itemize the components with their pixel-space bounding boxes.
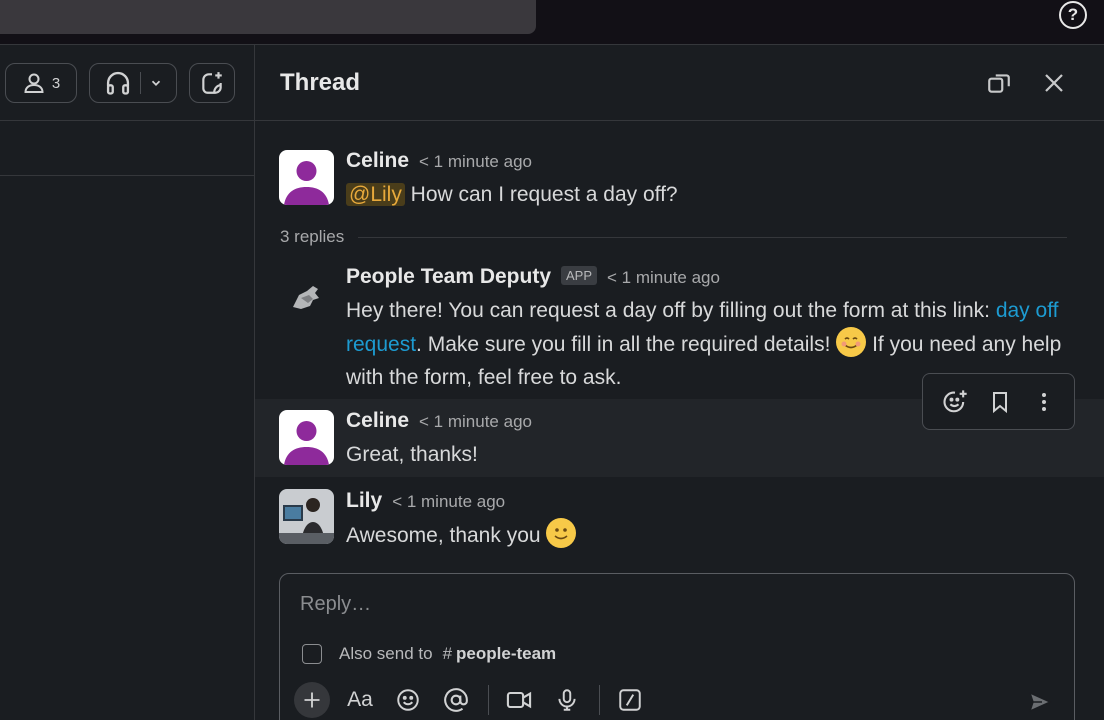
message-text: . Make sure you fill in all the required…: [416, 333, 837, 356]
emoji-icon: [397, 689, 419, 711]
avatar[interactable]: [279, 150, 334, 205]
replies-divider: 3 replies: [280, 227, 1067, 247]
smile-emoji-icon: [546, 518, 577, 548]
author-name[interactable]: People Team Deputy: [346, 265, 551, 289]
popout-button[interactable]: [983, 67, 1015, 99]
search-bar[interactable]: [0, 0, 536, 34]
slash-command-icon: [619, 689, 641, 711]
composer-toolbar: Aa: [294, 682, 660, 718]
user-photo-icon: [279, 498, 334, 544]
headphones-icon: [106, 71, 129, 95]
bookmark-icon[interactable]: [988, 390, 1012, 414]
member-count: 3: [51, 74, 61, 92]
reply-count: 3 replies: [280, 227, 345, 246]
text-format-icon: Aa: [347, 688, 373, 711]
reply-message: Lily < 1 minute ago Awesome, thank you: [255, 479, 1104, 559]
thread-pane: Thread Celine < 1 minute ago @Lily How c…: [254, 44, 1104, 720]
channel-subheader: [0, 121, 254, 176]
message-actions-toolbar: [922, 373, 1075, 430]
timestamp[interactable]: < 1 minute ago: [392, 492, 505, 512]
also-send-option: Also send to # people-team: [302, 644, 556, 664]
timestamp[interactable]: < 1 minute ago: [419, 412, 532, 432]
author-name[interactable]: Celine: [346, 149, 409, 173]
at-sign-icon: [444, 688, 468, 712]
channel-pane: 3: [0, 44, 254, 720]
timestamp[interactable]: < 1 minute ago: [419, 152, 532, 172]
microphone-icon: [558, 689, 576, 711]
reply-input[interactable]: Reply…: [300, 593, 371, 616]
divider-line: [358, 236, 1067, 238]
also-send-label: Also send to: [339, 644, 433, 663]
top-bar: ?: [0, 0, 1104, 44]
close-button[interactable]: [1038, 67, 1070, 99]
mention-button[interactable]: [438, 682, 474, 718]
chevron-down-icon[interactable]: [149, 76, 163, 90]
bot-avatar-icon: [293, 286, 319, 309]
help-button[interactable]: ?: [1059, 1, 1087, 29]
huddle-divider: [139, 72, 141, 94]
video-clip-button[interactable]: [501, 682, 537, 718]
avatar[interactable]: [279, 267, 334, 322]
close-icon: [1045, 74, 1063, 92]
formatting-button[interactable]: Aa: [342, 682, 378, 718]
message-text: Great, thanks!: [346, 443, 478, 466]
video-camera-icon: [506, 691, 532, 709]
parent-message: Celine < 1 minute ago @Lily How can I re…: [255, 135, 1104, 215]
author-name[interactable]: Celine: [346, 409, 409, 433]
message-text: How can I request a day off?: [404, 183, 678, 206]
thread-header: Thread: [255, 45, 1104, 121]
author-name[interactable]: Lily: [346, 489, 382, 513]
person-icon: [24, 73, 44, 93]
help-icon: ?: [1067, 5, 1079, 24]
more-actions-icon[interactable]: [1032, 390, 1056, 414]
timestamp[interactable]: < 1 minute ago: [607, 268, 720, 288]
blush-emoji-icon: [836, 327, 867, 357]
add-reaction-icon[interactable]: [941, 388, 969, 416]
toolbar-divider: [488, 685, 489, 715]
message-text: Hey there! You can request a day off by …: [346, 299, 996, 322]
channel-header: 3: [0, 45, 254, 121]
user-avatar-icon: [284, 421, 329, 465]
reply-composer: Reply… Also send to # people-team Aa: [279, 573, 1075, 720]
members-button[interactable]: 3: [5, 63, 77, 103]
popout-icon: [988, 74, 1010, 93]
channel-name[interactable]: people-team: [456, 644, 556, 664]
plus-icon: [304, 692, 320, 708]
avatar[interactable]: [279, 410, 334, 465]
also-send-checkbox[interactable]: [302, 644, 322, 664]
message-text: Awesome, thank you: [346, 524, 547, 547]
app-badge: APP: [561, 266, 598, 285]
canvas-button[interactable]: [189, 63, 235, 103]
user-mention[interactable]: @Lily: [346, 183, 405, 206]
emoji-button[interactable]: [390, 682, 426, 718]
send-button[interactable]: [1024, 686, 1056, 718]
attach-button[interactable]: [294, 682, 330, 718]
audio-clip-button[interactable]: [549, 682, 585, 718]
canvas-icon: [202, 72, 222, 94]
shortcuts-button[interactable]: [612, 682, 648, 718]
avatar[interactable]: [279, 489, 334, 544]
user-avatar-icon: [284, 161, 329, 205]
hash-icon: #: [442, 644, 453, 663]
thread-title: Thread: [280, 69, 361, 96]
toolbar-divider: [599, 685, 600, 715]
huddle-button[interactable]: [89, 63, 177, 103]
send-icon: [1028, 691, 1052, 713]
